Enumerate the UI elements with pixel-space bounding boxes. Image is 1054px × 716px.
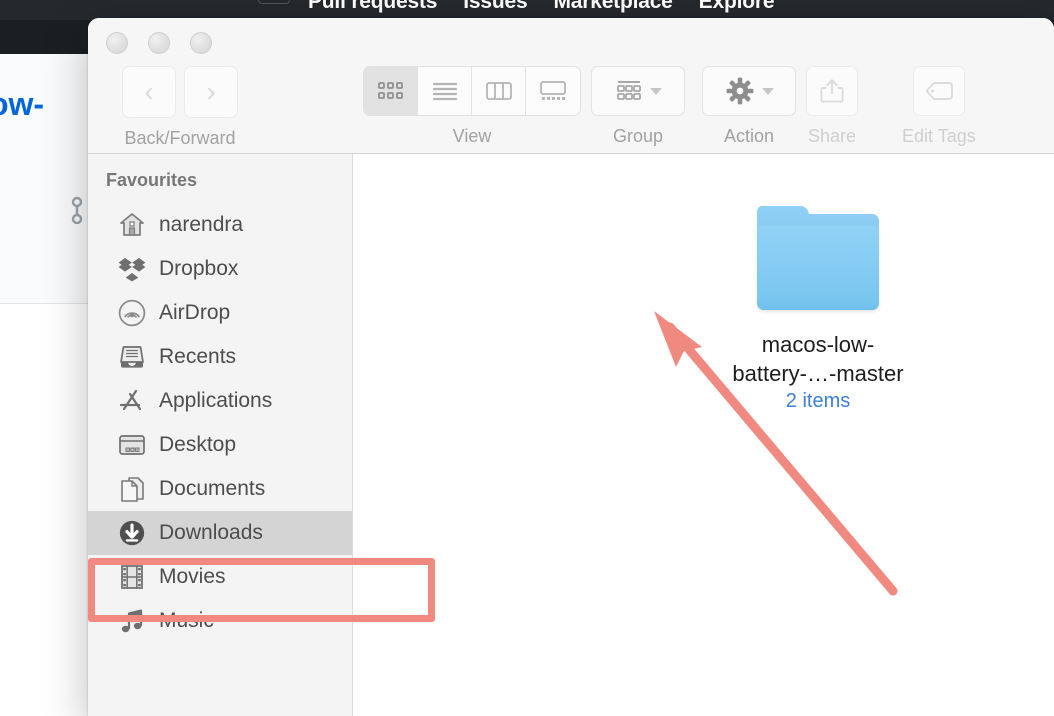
tag-icon (925, 82, 953, 100)
minimize-button[interactable] (148, 32, 170, 54)
finder-sidebar: Favourites narendra Dropbox AirDrop Rece… (88, 154, 353, 716)
github-nav-marketplace[interactable]: Marketplace (553, 0, 672, 14)
applications-icon (118, 387, 146, 415)
sidebar-item-recents[interactable]: Recents (88, 335, 352, 379)
movies-icon (118, 563, 146, 591)
file-item-folder[interactable]: macos-low-battery-…-master 2 items (713, 206, 923, 413)
sidebar-section-favourites: Favourites (106, 170, 198, 190)
chevron-down-icon (761, 87, 774, 95)
close-button[interactable] (106, 32, 128, 54)
sidebar-item-label: AirDrop (159, 301, 231, 324)
finder-content-area[interactable]: macos-low-battery-…-master 2 items (353, 154, 1054, 716)
icon-view-icon (377, 82, 403, 99)
github-nav-explore[interactable]: Explore (699, 0, 775, 14)
recents-icon (118, 343, 146, 371)
desktop-icon (118, 431, 146, 459)
group-label: Group (612, 126, 664, 146)
sidebar-item-movies[interactable]: Movies (88, 555, 352, 599)
folder-icon (757, 206, 879, 310)
github-nav-pull-requests[interactable]: Pull requests (308, 0, 437, 14)
share-button-group: Share (806, 66, 858, 147)
sidebar-item-narendra[interactable]: narendra (88, 203, 352, 247)
forward-button[interactable]: › (184, 66, 238, 118)
home-icon (118, 211, 146, 239)
view-gallery-button[interactable] (526, 67, 580, 115)
sidebar-item-desktop[interactable]: Desktop (88, 423, 352, 467)
group-icon (616, 81, 641, 100)
sidebar-item-label: Recents (159, 345, 237, 368)
file-name-label: macos-low-battery-…-master (732, 332, 904, 387)
finder-titlebar: ‹ › Back/Forward View Group Action Share… (88, 18, 1054, 154)
finder-body: Favourites narendra Dropbox AirDrop Rece… (88, 154, 1054, 716)
group-button[interactable] (591, 66, 685, 116)
nav-button-group: ‹ › Back/Forward (122, 66, 238, 149)
nav-group-label: Back/Forward (124, 128, 236, 148)
sidebar-item-downloads[interactable]: Downloads (88, 511, 352, 555)
chevron-right-icon: › (206, 76, 216, 107)
column-view-icon (485, 82, 512, 100)
chevron-left-icon: ‹ (144, 76, 154, 107)
downloads-icon (118, 519, 146, 547)
screenshot-root: macos-low- s Pull requests Issues Market… (0, 0, 1054, 716)
view-segmented-control[interactable] (363, 66, 581, 116)
back-button[interactable]: ‹ (122, 66, 176, 118)
zoom-button[interactable] (190, 32, 212, 54)
share-label: Share (807, 126, 857, 146)
dropbox-icon (118, 255, 146, 283)
sidebar-item-label: Movies (159, 565, 226, 588)
gallery-view-icon (540, 81, 566, 100)
sidebar-item-applications[interactable]: Applications (88, 379, 352, 423)
action-button[interactable] (702, 66, 796, 116)
group-button-group: Group (591, 66, 685, 147)
gear-icon (726, 77, 753, 105)
edit-tags-label: Edit Tags (902, 126, 976, 146)
view-group-label: View (452, 126, 492, 146)
github-search-shortcut[interactable]: / (258, 0, 290, 4)
folder-front (757, 226, 879, 310)
github-nav-issues[interactable]: Issues (463, 0, 527, 14)
sidebar-item-music[interactable]: Music (88, 599, 352, 643)
github-navbar: Pull requests Issues Marketplace Explore… (0, 0, 1054, 20)
view-list-button[interactable] (418, 67, 472, 115)
edit-tags-button-group: Edit Tags (902, 66, 976, 147)
edit-tags-button[interactable] (912, 66, 965, 116)
sidebar-item-label: Downloads (159, 521, 263, 544)
file-item-count: 2 items (785, 390, 851, 413)
share-icon (820, 79, 844, 103)
view-button-group: View (363, 66, 581, 147)
chevron-down-icon (649, 87, 662, 95)
documents-icon (118, 475, 146, 503)
sidebar-item-label: Applications (159, 389, 273, 412)
action-label: Action (723, 126, 775, 146)
sidebar-item-documents[interactable]: Documents (88, 467, 352, 511)
sidebar-item-airdrop[interactable]: AirDrop (88, 291, 352, 335)
sidebar-item-label: Music (159, 609, 214, 632)
window-controls (106, 32, 212, 54)
list-view-icon (432, 82, 457, 101)
action-button-group: Action (702, 66, 796, 147)
sidebar-item-label: Documents (159, 477, 266, 500)
github-repo-title[interactable]: macos-low- (0, 86, 44, 123)
airdrop-icon (118, 299, 146, 327)
sidebar-item-label: narendra (159, 213, 244, 236)
music-icon (118, 607, 146, 635)
view-icon-button[interactable] (364, 67, 418, 115)
finder-window: ‹ › Back/Forward View Group Action Share… (88, 18, 1054, 716)
github-nav-items: Pull requests Issues Marketplace Explore… (0, 0, 1054, 20)
view-column-button[interactable] (472, 67, 526, 115)
share-button[interactable] (806, 66, 858, 116)
sidebar-item-label: Dropbox (159, 257, 239, 280)
sidebar-item-label: Desktop (159, 433, 237, 456)
finder-toolbar: ‹ › Back/Forward View Group Action Share… (88, 66, 1054, 152)
sidebar-item-dropbox[interactable]: Dropbox (88, 247, 352, 291)
